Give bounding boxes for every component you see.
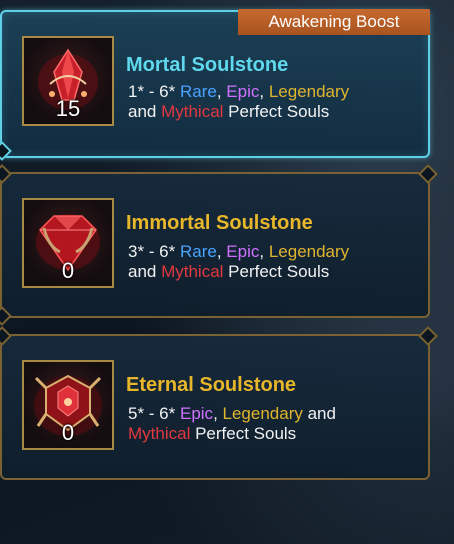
rarity-epic: Epic [226,242,260,261]
rarity-legendary: Legendary [268,82,350,101]
separator: , [259,82,269,101]
separator: , [216,82,227,101]
connector-text: and [128,102,162,121]
mortal-soulstone-title: Mortal Soulstone [126,54,289,76]
eternal-soulstone-description: 5* - 6* Epic, Legendary and Mythical Per… [128,404,336,444]
souls-text: Perfect Souls [223,262,330,281]
rarity-rare: Rare [179,242,217,261]
star-range: 5* - 6* [128,404,180,423]
rarity-mythical: Mythical [161,102,224,121]
mortal-soulstone-icon-box: 15 [22,36,114,126]
description-line-1: 1* - 6* Rare, Epic, Legendary [128,82,349,102]
separator: , [213,404,223,423]
soulstone-card-eternal[interactable]: 0 Eternal Soulstone 5* - 6* Epic, Legend… [0,326,438,480]
connector-text: and [128,262,162,281]
eternal-soulstone-icon-box: 0 [22,360,114,450]
soulstone-card-immortal[interactable]: 0 Immortal Soulstone 3* - 6* Rare, Epic,… [0,164,438,326]
immortal-soulstone-description: 3* - 6* Rare, Epic, Legendary and Mythic… [128,242,349,282]
description-line-2: Mythical Perfect Souls [128,424,336,444]
rarity-legendary: Legendary [222,404,303,423]
star-range: 3* - 6* [128,242,180,261]
description-line-1: 5* - 6* Epic, Legendary and [128,404,336,424]
star-range: 1* - 6* [128,82,180,101]
souls-text: Perfect Souls [190,424,297,443]
rarity-epic: Epic [179,404,214,423]
description-line-1: 3* - 6* Rare, Epic, Legendary [128,242,349,262]
eternal-soulstone-count: 0 [61,420,75,445]
separator: , [259,242,269,261]
rarity-epic: Epic [226,82,260,101]
souls-text: Perfect Souls [223,102,330,121]
eternal-soulstone-title: Eternal Soulstone [126,374,297,396]
immortal-soulstone-icon-box: 0 [22,198,114,288]
card-corner-notch [0,141,12,161]
connector-text: and [302,404,336,423]
separator: , [216,242,227,261]
description-line-2: and Mythical Perfect Souls [128,262,349,282]
immortal-soulstone-count: 0 [61,258,75,283]
mortal-soulstone-description: 1* - 6* Rare, Epic, Legendary and Mythic… [128,82,349,122]
rarity-mythical: Mythical [128,424,191,443]
rarity-rare: Rare [179,82,217,101]
mortal-soulstone-count: 15 [55,96,81,121]
immortal-soulstone-title: Immortal Soulstone [126,212,313,234]
description-line-2: and Mythical Perfect Souls [128,102,349,122]
rarity-legendary: Legendary [268,242,350,261]
rarity-mythical: Mythical [161,262,224,281]
awakening-boost-badge: Awakening Boost [238,9,430,35]
